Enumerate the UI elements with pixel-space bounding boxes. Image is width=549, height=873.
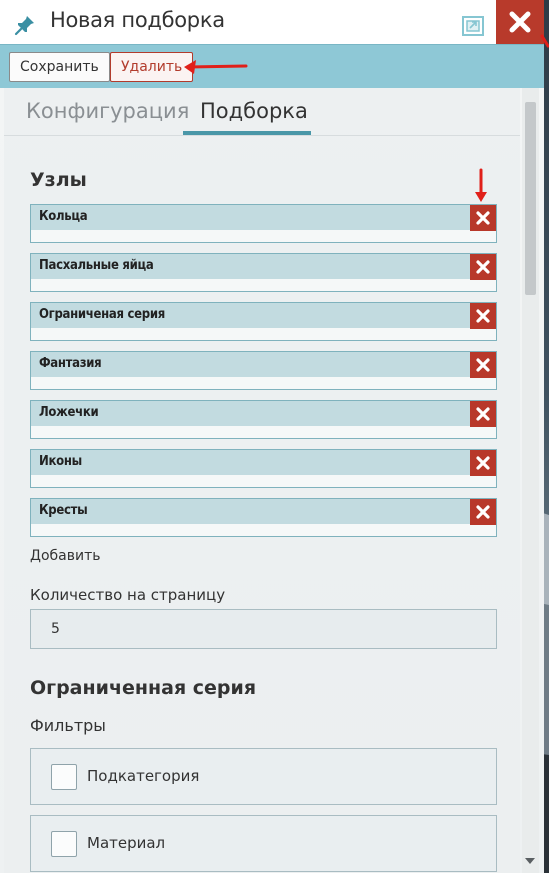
section-heading: Ограниченная серия xyxy=(30,677,257,699)
filter-option: Подкатегория xyxy=(30,748,497,805)
node-label: Иконы xyxy=(39,454,82,469)
remove-node-button[interactable] xyxy=(470,205,496,231)
node-row: Кресты xyxy=(30,498,497,537)
per-page-label: Количество на страницу xyxy=(30,586,226,604)
annotation-arrow-icon xyxy=(540,34,549,48)
close-icon xyxy=(476,407,490,421)
window-title: Новая подборка xyxy=(50,8,225,32)
filter-option: Материал xyxy=(30,815,497,872)
dialog-window: Новая подборка Сохранить Удалить Конфигу… xyxy=(0,0,544,873)
node-row: Иконы xyxy=(30,449,497,488)
remove-node-button[interactable] xyxy=(470,254,496,280)
annotation-arrow-icon xyxy=(184,60,248,74)
node-label: Фантазия xyxy=(39,356,102,371)
tab-selection[interactable]: Подборка xyxy=(200,99,308,123)
remove-node-button[interactable] xyxy=(470,450,496,476)
title-bar: Новая подборка xyxy=(0,0,544,44)
filters-label: Фильтры xyxy=(30,716,106,735)
node-label: Пасхальные яйца xyxy=(39,258,154,273)
annotation-arrow-icon xyxy=(475,168,487,202)
per-page-input[interactable]: 5 xyxy=(30,609,497,649)
node-row: Ложечки xyxy=(30,400,497,439)
popout-icon[interactable] xyxy=(462,16,484,36)
per-page-value: 5 xyxy=(51,621,60,637)
tab-configuration[interactable]: Конфигурация xyxy=(26,99,189,123)
node-label: Кресты xyxy=(39,503,88,518)
close-button[interactable] xyxy=(496,0,544,44)
close-icon xyxy=(476,358,490,372)
filter-label: Материал xyxy=(87,834,166,852)
add-node-link[interactable]: Добавить xyxy=(30,548,100,564)
filter-checkbox[interactable] xyxy=(51,831,77,857)
filter-label: Подкатегория xyxy=(87,767,200,785)
scroll-down-icon[interactable] xyxy=(524,856,536,866)
remove-node-button[interactable] xyxy=(470,303,496,329)
close-icon xyxy=(476,505,490,519)
remove-node-button[interactable] xyxy=(470,401,496,427)
nodes-heading: Узлы xyxy=(30,169,87,191)
toolbar: Сохранить Удалить xyxy=(0,44,544,88)
node-row: Пасхальные яйца xyxy=(30,253,497,292)
node-label: Кольца xyxy=(39,209,88,224)
close-icon xyxy=(476,211,490,225)
node-row: Ограниченая серия xyxy=(30,302,497,341)
node-row: Фантазия xyxy=(30,351,497,390)
close-icon xyxy=(509,11,531,33)
node-label: Ограниченая серия xyxy=(39,307,165,322)
close-icon xyxy=(476,260,490,274)
node-label: Ложечки xyxy=(39,405,99,420)
active-tab-indicator xyxy=(183,131,311,135)
pin-icon xyxy=(14,16,34,36)
remove-node-button[interactable] xyxy=(470,352,496,378)
scrollbar-thumb[interactable] xyxy=(525,102,536,295)
close-icon xyxy=(476,456,490,470)
remove-node-button[interactable] xyxy=(470,499,496,525)
node-row: Кольца xyxy=(30,204,497,243)
tab-bar: Конфигурация Подборка xyxy=(4,96,520,136)
filter-checkbox[interactable] xyxy=(51,764,77,790)
close-icon xyxy=(476,309,490,323)
save-button[interactable]: Сохранить xyxy=(9,52,110,82)
